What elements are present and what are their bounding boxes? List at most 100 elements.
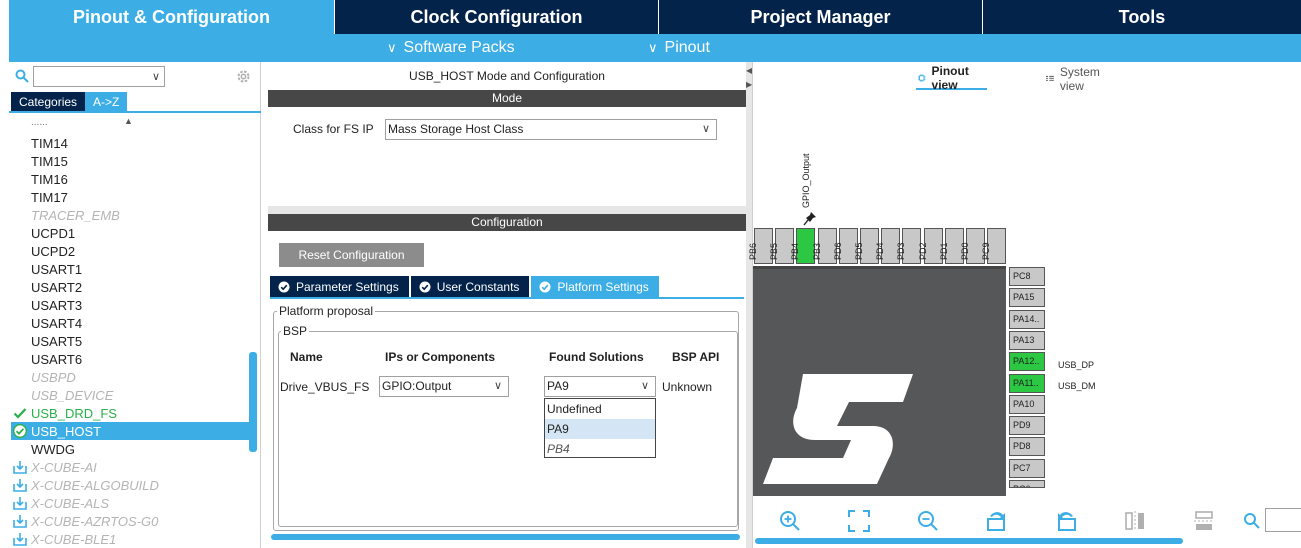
pin-pc9[interactable]: PC9 <box>981 228 1007 264</box>
rotate-right-icon[interactable] <box>986 510 1008 532</box>
list-item[interactable]: TRACER_EMB <box>11 206 257 224</box>
pin-right[interactable]: PA13 <box>1009 330 1045 350</box>
found-select-value: PA9 <box>547 379 569 393</box>
download-icon <box>13 497 27 510</box>
list-item[interactable]: X-CUBE-AZRTOS-G0 <box>11 512 257 530</box>
class-select[interactable]: Mass Storage Host Class ∨ <box>385 119 717 140</box>
chevron-down-icon: ∨ <box>493 380 502 392</box>
list-item[interactable]: USART3 <box>11 296 257 314</box>
list-item-label: USART1 <box>31 261 83 277</box>
rotate-left-icon[interactable] <box>1055 510 1077 532</box>
ip-select[interactable]: GPIO:Output ∨ <box>379 376 509 397</box>
list-item[interactable]: USART2 <box>11 278 257 296</box>
list-item[interactable]: USB_DEVICE <box>11 386 257 404</box>
bsp-legend: BSP <box>281 324 310 338</box>
list-item[interactable]: UCPD2 <box>11 242 257 260</box>
list-item[interactable]: TIM15 <box>11 152 257 170</box>
pin-right[interactable]: PA12.. <box>1009 352 1045 372</box>
pin-right[interactable]: PA14.. <box>1009 309 1045 329</box>
check-circle-icon <box>419 281 431 292</box>
list-item[interactable]: USART6 <box>11 350 257 368</box>
tab-a-z[interactable]: A->Z <box>85 92 128 111</box>
tab-clock-configuration[interactable]: Clock Configuration <box>335 0 659 34</box>
pin-right[interactable]: PA11.. <box>1009 373 1045 393</box>
flip-horizontal-icon[interactable] <box>1124 510 1146 532</box>
tab-platform-settings[interactable]: Platform Settings <box>531 276 659 297</box>
search-icon[interactable] <box>1243 512 1261 530</box>
sub-menu-bar: ∨ Software Packs ∨ Pinout <box>9 34 1301 62</box>
mode-title: USB_HOST Mode and Configuration <box>409 69 605 83</box>
left-scrollbar[interactable] <box>249 352 257 452</box>
pin-label: PC9 <box>981 242 992 260</box>
pin-right[interactable]: PC6 <box>1009 480 1045 488</box>
list-divider <box>9 111 261 113</box>
list-item[interactable]: X-CUBE-AI <box>11 458 257 476</box>
list-item[interactable]: TIM14 <box>11 134 257 152</box>
tab-user-constants-label: User Constants <box>436 279 520 294</box>
tab-project-manager[interactable]: Project Manager <box>659 0 983 34</box>
scroll-up-icon[interactable]: ▲ <box>124 116 133 126</box>
tab-pinout-view[interactable]: Pinout view <box>916 64 988 92</box>
list-item[interactable]: USBPD <box>11 368 257 386</box>
list-item[interactable]: USB_HOST <box>11 422 257 440</box>
list-item[interactable]: USART1 <box>11 260 257 278</box>
list-item[interactable]: TIM17 <box>11 188 257 206</box>
list-item[interactable]: X-CUBE-BLE1 <box>11 530 257 548</box>
download-icon <box>13 461 27 474</box>
tab-parameter-label: Parameter Settings <box>296 279 399 294</box>
list-item[interactable]: WWDG <box>11 440 257 458</box>
list-item-label: USB_DRD_FS <box>31 405 117 421</box>
pin-right[interactable]: PD9 <box>1009 416 1045 436</box>
tab-pinout-configuration[interactable]: Pinout & Configuration <box>9 0 335 34</box>
bsp-api-value: Unknown <box>662 380 713 394</box>
found-solution-select[interactable]: PA9 ∨ <box>544 376 656 397</box>
zoom-out-icon[interactable] <box>917 510 939 532</box>
pin-search-input[interactable] <box>1265 508 1301 532</box>
tab-system-view[interactable]: System view <box>1046 65 1104 93</box>
gear-icon[interactable] <box>235 68 252 85</box>
header-bsp-api: BSP API <box>672 350 720 364</box>
list-item-label: USART6 <box>31 351 83 367</box>
list-item[interactable]: USART5 <box>11 332 257 350</box>
list-item[interactable]: X-CUBE-ALS <box>11 494 257 512</box>
software-packs-menu[interactable]: ∨ Software Packs <box>387 34 515 62</box>
mode-section-bar: Mode <box>268 90 746 107</box>
ip-select-value: GPIO:Output <box>382 379 452 393</box>
pinout-scrollbar[interactable] <box>755 538 1183 544</box>
option-undefined[interactable]: Undefined <box>545 399 655 419</box>
zoom-in-icon[interactable] <box>779 510 801 532</box>
list-item[interactable]: TIM16 <box>11 170 257 188</box>
list-item[interactable]: USART4 <box>11 314 257 332</box>
pin-right[interactable]: PC8 <box>1009 267 1045 286</box>
header-ips: IPs or Components <box>385 350 496 364</box>
list-item[interactable]: USB_DRD_FS <box>11 404 257 422</box>
list-item-label: USB_HOST <box>31 423 102 439</box>
pin-label: PD0 <box>960 242 970 260</box>
pinout-menu[interactable]: ∨ Pinout <box>648 34 710 62</box>
pin-label: PD3 <box>896 242 907 260</box>
pin-right[interactable]: PC7 <box>1009 458 1045 478</box>
peripheral-list: ...... ▲ TIM14 TIM15 TIM16 TIM17 TRACER_EMB U… <box>11 114 257 548</box>
fit-screen-icon[interactable] <box>848 510 870 532</box>
list-item[interactable]: X-CUBE-ALGOBUILD <box>11 476 257 494</box>
tab-user-constants[interactable]: User Constants <box>410 276 530 297</box>
top-tabs: Pinout & Configuration Clock Configurati… <box>9 0 1301 34</box>
platform-proposal-legend: Platform proposal <box>277 304 376 318</box>
tab-parameter-settings[interactable]: Parameter Settings <box>270 276 409 297</box>
option-pa9[interactable]: PA9 <box>545 419 655 439</box>
tab-categories[interactable]: Categories <box>11 92 86 111</box>
search-combo[interactable]: ∨ <box>33 66 165 87</box>
list-item[interactable]: UCPD1 <box>11 224 257 242</box>
tab-underline <box>270 297 744 299</box>
pin-right[interactable]: PD8 <box>1009 437 1045 457</box>
tab-tools[interactable]: Tools <box>983 0 1301 34</box>
flip-vertical-icon[interactable] <box>1193 510 1215 532</box>
search-icon[interactable] <box>15 69 29 83</box>
list-item-label: X-CUBE-AI <box>31 459 97 475</box>
reset-configuration-button[interactable]: Reset Configuration <box>279 243 424 267</box>
config-scrollbar[interactable] <box>271 534 740 540</box>
list-item-label: USART4 <box>31 315 83 331</box>
pin-right[interactable]: PA15 <box>1009 288 1045 308</box>
pin-right[interactable]: PA10 <box>1009 394 1045 414</box>
option-pb4[interactable]: PB4 <box>545 439 655 459</box>
